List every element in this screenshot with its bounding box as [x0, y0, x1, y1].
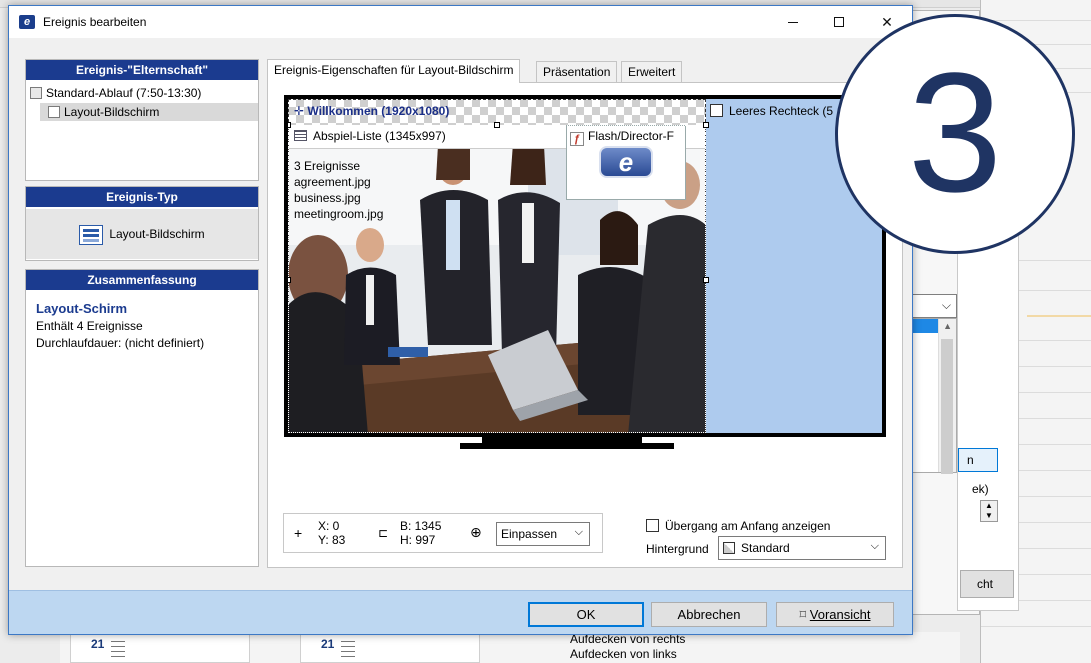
welcome-label: ✛ Willkommen (1920x1080): [294, 104, 450, 118]
crosshair-icon: +: [294, 525, 303, 541]
tab-event-properties[interactable]: Ereignis-Eigenschaften für Layout-Bildsc…: [267, 59, 521, 83]
resize-handle[interactable]: [494, 122, 500, 128]
resize-handle[interactable]: [703, 277, 709, 283]
parent-panel: Ereignis-"Elternschaft" Standard-Ablauf …: [25, 59, 259, 181]
background-button[interactable]: n: [958, 448, 998, 472]
cancel-button[interactable]: Abbrechen: [651, 602, 767, 627]
summary-line: Enthält 4 Ereignisse: [36, 319, 143, 333]
list-selection: [913, 319, 939, 333]
preview-screen[interactable]: e ✛ Willkommen (1920x1080) Abspiel-Liste…: [288, 99, 882, 433]
coordinates-toolbar: + X: 0 Y: 83 ⊏ B: 1345 H: 997 ⊕ Einpasse…: [283, 513, 603, 553]
size-icon: ⊏: [378, 526, 389, 540]
edit-event-dialog: e Ereignis bearbeiten ✕ Ereignis-"Eltern…: [8, 5, 913, 635]
playlist-label: Abspiel-Liste (1345x997): [294, 129, 446, 143]
background-dropdown[interactable]: ⌵: [912, 294, 957, 318]
background-label: Hintergrund: [646, 542, 709, 556]
height-value: H: 997: [400, 533, 436, 547]
playlist-info-line: agreement.jpg: [294, 175, 371, 189]
background-calendar: 21 21 Aufdecken von rechts Aufdecken von…: [60, 632, 960, 663]
playlist-info-line: business.jpg: [294, 191, 361, 205]
scroll-up-icon[interactable]: ▲: [943, 321, 952, 331]
calendar-day: 21: [91, 637, 105, 651]
minimize-icon: [788, 22, 798, 23]
chevron-down-icon: ⌵: [941, 298, 951, 312]
transition-label: Übergang am Anfang anzeigen: [665, 519, 831, 533]
event-type-panel: Ereignis-Typ Layout-Bildschirm: [25, 186, 259, 261]
summary-line: Durchlaufdauer: (nicht definiert): [36, 336, 205, 350]
zoom-icon: ⊕: [470, 524, 482, 540]
event-type-label: Layout-Bildschirm: [109, 227, 205, 241]
close-icon: ✕: [881, 14, 893, 30]
monitor-stand-base: [460, 443, 674, 449]
tab-content: e ✛ Willkommen (1920x1080) Abspiel-Liste…: [267, 82, 903, 568]
y-coordinate: Y: 83: [318, 533, 346, 547]
layout-screen-icon: [79, 224, 104, 245]
ok-button[interactable]: OK: [528, 602, 644, 627]
list-icon: [294, 130, 307, 141]
resize-handle[interactable]: [288, 122, 291, 128]
layout-preview-monitor[interactable]: e ✛ Willkommen (1920x1080) Abspiel-Liste…: [284, 95, 886, 437]
tree-item-label: Standard-Ablauf (7:50-13:30): [46, 86, 202, 100]
flash-icon: ƒ: [570, 132, 584, 146]
scrollbar[interactable]: ▲: [938, 319, 956, 474]
transition-checkbox[interactable]: Übergang am Anfang anzeigen: [646, 519, 830, 533]
dialog-footer: OK Abbrechen ⌑ Voransicht: [9, 590, 912, 634]
tab-presentation[interactable]: Präsentation: [536, 61, 618, 82]
minimize-button[interactable]: [772, 6, 818, 38]
maximize-button[interactable]: [818, 6, 864, 38]
list-item: Aufdecken von links: [570, 647, 677, 661]
zoom-select[interactable]: Einpassen ⌵: [496, 522, 590, 546]
chevron-down-icon: ⌵: [574, 526, 583, 538]
checker-icon: [723, 542, 735, 554]
calendar-cell: 21: [300, 632, 480, 663]
tree-item-layout-bildschirm[interactable]: Layout-Bildschirm: [40, 103, 258, 121]
checkbox-box[interactable]: [646, 519, 659, 532]
title-bar[interactable]: e Ereignis bearbeiten ✕: [9, 6, 912, 38]
event-type-button[interactable]: Layout-Bildschirm: [26, 209, 258, 259]
step-number: 3: [907, 38, 1003, 228]
chevron-down-icon: ⌵: [870, 540, 879, 552]
summary-header: Zusammenfassung: [26, 270, 258, 290]
zoom-select-value: Einpassen: [501, 527, 558, 541]
resize-handle[interactable]: [288, 277, 291, 283]
schedule-icon: [30, 87, 42, 99]
x-coordinate: X: 0: [318, 519, 340, 533]
step-number-badge: 3: [835, 14, 1075, 254]
width-value: B: 1345: [400, 519, 442, 533]
calendar-day: 21: [321, 637, 335, 651]
scrollbar-thumb[interactable]: [941, 339, 953, 474]
flash-label: ƒ Flash/Director-F: [570, 129, 674, 146]
empty-rect-label: Leeres Rechteck (5: [710, 104, 833, 118]
background-label: ek): [972, 482, 989, 496]
playlist-info-line: 3 Ereignisse: [294, 159, 361, 173]
event-type-header: Ereignis-Typ: [26, 187, 258, 207]
preview-icon: ⌑: [799, 607, 810, 622]
playlist-info-line: meetingroom.jpg: [294, 207, 384, 221]
background-select-value: Standard: [741, 541, 790, 555]
parent-panel-header: Ereignis-"Elternschaft": [26, 60, 258, 80]
rectangle-icon: [710, 104, 723, 117]
background-select[interactable]: Standard ⌵: [718, 536, 886, 560]
tab-advanced[interactable]: Erweitert: [621, 61, 683, 82]
summary-panel: Zusammenfassung Layout-Schirm Enthält 4 …: [25, 269, 259, 567]
app-logo-icon: e: [19, 15, 35, 29]
spin-control[interactable]: ▲ ▼: [980, 500, 998, 522]
background-button-2[interactable]: cht: [960, 570, 1014, 598]
screen-icon: [48, 106, 60, 118]
resize-handle[interactable]: [703, 122, 709, 128]
tree-item-standard-ablauf[interactable]: Standard-Ablauf (7:50-13:30): [30, 84, 256, 102]
tree-item-label: Layout-Bildschirm: [64, 105, 160, 119]
maximize-icon: [834, 17, 844, 27]
preview-button-label: Voransicht: [809, 607, 871, 622]
dialog-title: Ereignis bearbeiten: [43, 15, 147, 29]
summary-title: Layout-Schirm: [36, 301, 128, 316]
preview-button[interactable]: ⌑ Voransicht: [776, 602, 894, 627]
background-list[interactable]: ▲: [912, 318, 957, 474]
calendar-cell: 21: [70, 632, 250, 663]
